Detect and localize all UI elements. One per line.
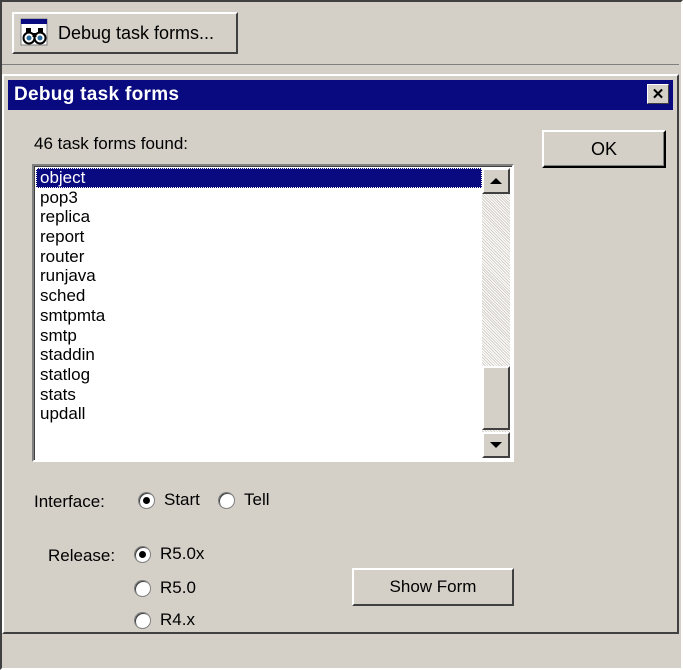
- scroll-down-button[interactable]: [482, 432, 510, 458]
- radio-label: Start: [164, 490, 200, 509]
- list-item-updall[interactable]: updall: [36, 404, 482, 424]
- radio-button: [134, 611, 151, 629]
- scroll-thumb[interactable]: [482, 366, 510, 430]
- debug-task-forms-label: Debug task forms...: [58, 22, 215, 43]
- arrow-up-icon: [490, 178, 502, 184]
- radio-label: R4.x: [160, 610, 195, 629]
- debug-task-forms-button[interactable]: Debug task forms...: [12, 12, 238, 54]
- list-item-report[interactable]: report: [36, 227, 482, 247]
- list-item-runjava[interactable]: runjava: [36, 266, 482, 286]
- dialog-title: Debug task forms: [14, 84, 180, 105]
- release-r4x-radio[interactable]: R4.x: [134, 610, 195, 630]
- radio-button: [134, 545, 151, 563]
- debug-task-forms-dialog: Debug task forms ✕ 46 task forms found: …: [2, 74, 679, 634]
- release-label: Release:: [48, 546, 116, 565]
- radio-button: [138, 491, 155, 509]
- interface-label: Interface:: [34, 492, 105, 511]
- radio-button: [218, 491, 235, 509]
- toolbar: Debug task forms...: [2, 2, 679, 65]
- show-form-label: Show Form: [389, 577, 477, 596]
- release-r50x-radio[interactable]: R5.0x: [134, 544, 204, 564]
- arrow-down-icon: [490, 442, 502, 448]
- radio-label: R5.0: [160, 578, 196, 597]
- task-forms-listbox[interactable]: object pop3 replica report router runjava sche…: [32, 164, 514, 462]
- binoculars-icon: [20, 18, 50, 48]
- list-item-replica[interactable]: replica: [36, 207, 482, 227]
- interface-tell-radio[interactable]: Tell: [218, 490, 270, 510]
- scroll-up-button[interactable]: [482, 168, 510, 194]
- list-item-statlog[interactable]: statlog: [36, 365, 482, 385]
- ok-button[interactable]: OK: [542, 130, 666, 168]
- show-form-button[interactable]: Show Form: [352, 568, 514, 606]
- radio-label: Tell: [244, 490, 270, 509]
- close-icon: ✕: [651, 85, 665, 103]
- task-forms-list: object pop3 replica report router runjava sche…: [36, 168, 482, 424]
- listbox-scrollbar[interactable]: [482, 168, 510, 458]
- list-item-object[interactable]: object: [36, 168, 482, 188]
- list-item-pop3[interactable]: pop3: [36, 188, 482, 208]
- radio-button: [134, 579, 151, 597]
- list-item-stats[interactable]: stats: [36, 385, 482, 405]
- title-bar[interactable]: Debug task forms ✕: [8, 80, 673, 110]
- ok-button-label: OK: [590, 138, 617, 159]
- close-button[interactable]: ✕: [647, 84, 669, 104]
- release-r50-radio[interactable]: R5.0: [134, 578, 196, 598]
- list-item-sched[interactable]: sched: [36, 286, 482, 306]
- interface-start-radio[interactable]: Start: [138, 490, 200, 510]
- found-count-label: 46 task forms found:: [34, 134, 189, 153]
- list-item-staddin[interactable]: staddin: [36, 345, 482, 365]
- list-item-smtpmta[interactable]: smtpmta: [36, 306, 482, 326]
- radio-label: R5.0x: [160, 544, 205, 563]
- list-item-smtp[interactable]: smtp: [36, 326, 482, 346]
- list-item-router[interactable]: router: [36, 247, 482, 267]
